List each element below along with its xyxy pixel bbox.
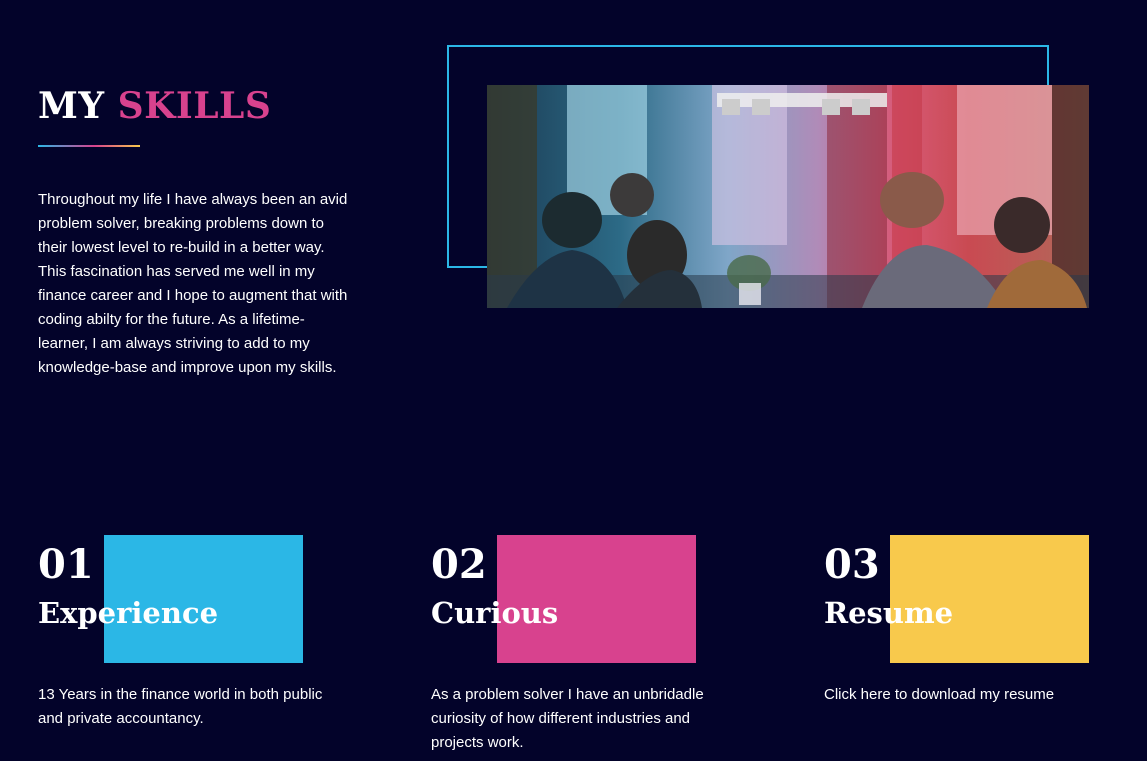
card-number: 01	[38, 541, 94, 588]
card-description: 13 Years in the finance world in both pu…	[38, 686, 323, 727]
skills-title-word-skills: SKILLS	[117, 85, 272, 127]
card-number: 02	[431, 541, 487, 588]
skills-intro-text: Throughout my life I have always been an…	[38, 191, 348, 376]
card-description: As a problem solver I have an unbridadle…	[431, 686, 704, 751]
card-number: 03	[824, 541, 880, 588]
card-title: Experience	[38, 596, 219, 630]
resume-download-link[interactable]: Click here to download my resume	[824, 683, 1124, 707]
skills-title: MY SKILLS	[38, 84, 271, 128]
skill-card-experience: 01 Experience 13 Years in the finance wo…	[38, 535, 368, 761]
team-photo-illustration	[487, 85, 1089, 308]
skill-card-resume: 03 Resume Click here to download my resu…	[824, 535, 1147, 761]
team-photo	[487, 85, 1089, 308]
skill-card-curious: 02 Curious As a problem solver I have an…	[431, 535, 761, 761]
card-title: Curious	[431, 596, 559, 630]
title-underline	[38, 145, 140, 147]
card-title: Resume	[824, 596, 954, 630]
skills-title-word-my: MY	[38, 85, 105, 127]
